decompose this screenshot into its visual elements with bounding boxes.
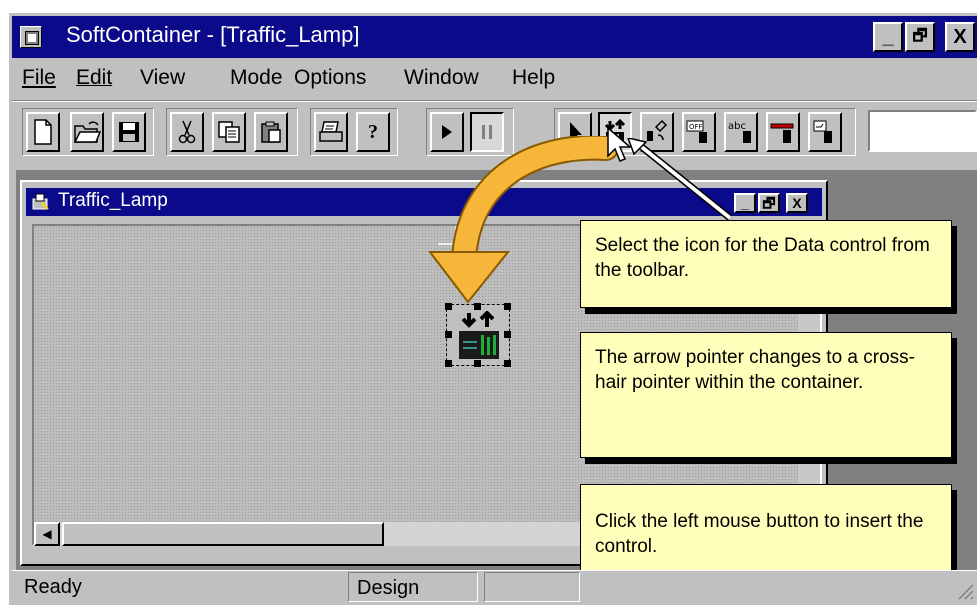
print-icon xyxy=(319,121,343,142)
paste-button[interactable] xyxy=(254,112,288,152)
display-control-icon xyxy=(813,120,832,143)
resize-handle[interactable] xyxy=(445,331,452,338)
menu-edit[interactable]: Edit xyxy=(76,66,112,90)
menu-window-label: Window xyxy=(404,66,479,89)
resize-handle[interactable] xyxy=(445,360,452,367)
app-icon[interactable] xyxy=(20,26,42,48)
menu-view[interactable]: View xyxy=(140,66,185,90)
help-question-icon: ? xyxy=(368,120,378,143)
inserted-data-control[interactable] xyxy=(445,303,511,367)
callout-leader-line xyxy=(627,138,733,221)
save-button[interactable] xyxy=(112,112,146,152)
svg-text:OFF: OFF xyxy=(689,123,703,131)
horizontal-scroll-thumb[interactable] xyxy=(62,522,384,546)
menu-options-label: Options xyxy=(294,66,367,89)
svg-text:abc: abc xyxy=(728,121,746,132)
mouse-arrow-cursor-icon xyxy=(607,126,632,162)
slider-control-icon xyxy=(770,123,794,143)
menu-mode-label: Mode xyxy=(230,66,283,89)
open-folder-icon xyxy=(73,121,101,143)
status-mode: Design xyxy=(348,572,478,602)
window-title: SoftContainer - [Traffic_Lamp] xyxy=(66,22,360,47)
copy-icon xyxy=(218,121,240,143)
toolbar-combo-box[interactable] xyxy=(868,110,977,152)
scroll-left-button[interactable]: ◀ xyxy=(34,522,60,546)
cut-scissors-icon xyxy=(178,120,196,144)
menu-options[interactable]: Options xyxy=(294,66,366,90)
new-document-icon xyxy=(34,119,52,145)
print-button[interactable] xyxy=(314,112,348,152)
callout-crosshair-text: The arrow pointer changes to a cross-hai… xyxy=(595,347,915,393)
callout-select-icon: Select the icon for the Data control fro… xyxy=(580,220,952,308)
container-icon xyxy=(32,193,49,210)
resize-grip-icon[interactable] xyxy=(954,580,974,600)
menu-mode[interactable]: Mode xyxy=(230,66,283,90)
child-close-button[interactable]: X xyxy=(786,193,808,213)
child-window-title: Traffic_Lamp xyxy=(58,190,168,211)
paste-clipboard-icon xyxy=(261,121,281,143)
resize-handle[interactable] xyxy=(504,303,511,310)
resize-handle[interactable] xyxy=(474,360,481,367)
callout-insert-control-text: Click the left mouse button to insert th… xyxy=(595,511,924,557)
menu-edit-label: Edit xyxy=(76,66,113,89)
orange-drag-arrow xyxy=(427,136,619,304)
status-ready: Ready xyxy=(24,576,82,598)
menu-file-label: File xyxy=(22,66,56,89)
restore-button[interactable]: 🗗 xyxy=(905,22,935,52)
save-disk-icon xyxy=(119,122,139,142)
slider-control-button[interactable] xyxy=(766,112,800,152)
menu-help-label: Help xyxy=(512,66,556,89)
menu-help[interactable]: Help xyxy=(512,66,555,90)
resize-handle[interactable] xyxy=(504,331,511,338)
help-button[interactable]: ? xyxy=(356,112,390,152)
status-pane-empty xyxy=(484,572,580,602)
minimize-button[interactable]: _ xyxy=(873,22,903,52)
callout-select-icon-text: Select the icon for the Data control fro… xyxy=(595,235,930,281)
child-restore-button[interactable]: 🗗 xyxy=(758,193,780,213)
menu-view-label: View xyxy=(140,66,186,89)
close-button[interactable]: X xyxy=(945,22,975,52)
toolbar-separator xyxy=(12,100,977,102)
new-button[interactable] xyxy=(26,112,60,152)
resize-handle[interactable] xyxy=(474,303,481,310)
open-button[interactable] xyxy=(70,112,104,152)
copy-button[interactable] xyxy=(212,112,246,152)
callout-crosshair: The arrow pointer changes to a cross-hai… xyxy=(580,332,952,458)
data-control-icon xyxy=(459,311,499,359)
cut-button[interactable] xyxy=(170,112,204,152)
menu-file[interactable]: File xyxy=(22,66,56,90)
resize-handle[interactable] xyxy=(504,360,511,367)
resize-handle[interactable] xyxy=(445,303,452,310)
menu-window[interactable]: Window xyxy=(404,66,479,90)
display-control-button[interactable] xyxy=(808,112,842,152)
